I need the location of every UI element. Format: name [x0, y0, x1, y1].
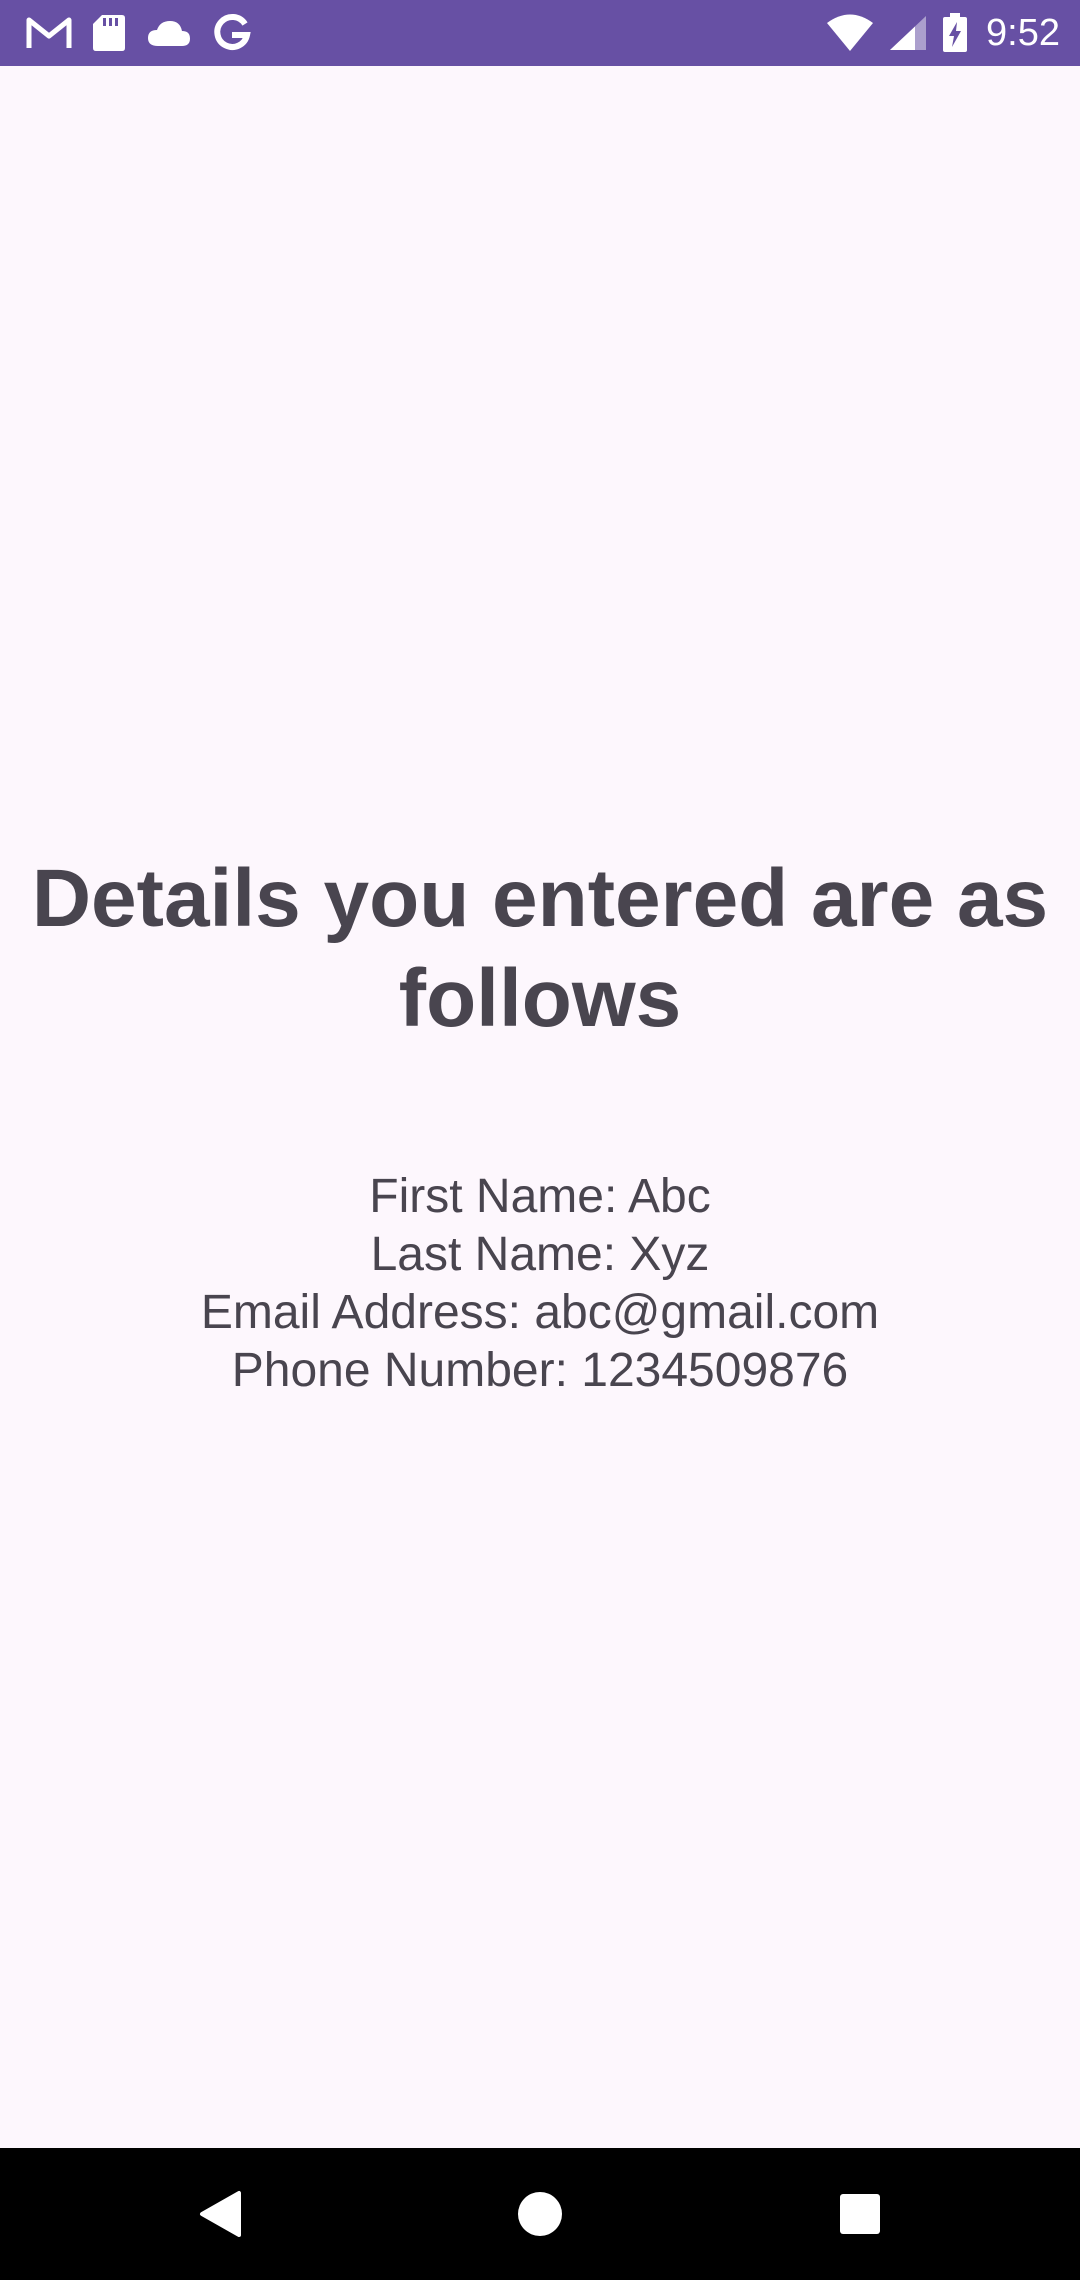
home-icon: [518, 2192, 562, 2236]
status-time: 9:52: [986, 11, 1060, 54]
status-bar: 9:52: [0, 0, 1080, 66]
phone-text: Phone Number: 1234509876: [231, 1344, 849, 1397]
wifi-icon: [826, 14, 874, 52]
first-name-text: First Name: Abc: [369, 1170, 711, 1223]
battery-charging-icon: [942, 13, 968, 53]
page-title: Details you entered are as follows: [31, 853, 1049, 1044]
system-icons: 9:52: [826, 0, 1060, 66]
google-icon: [212, 13, 252, 53]
back-button[interactable]: [160, 2148, 280, 2280]
screen: 9:52 Details you entered are as follows …: [0, 0, 1080, 2280]
recents-button[interactable]: [800, 2148, 920, 2280]
details-list: First Name: Abc Last Name: Xyz Email Add…: [40, 1168, 1040, 1400]
navigation-bar: [0, 2148, 1080, 2280]
last-name-text: Last Name: Xyz: [370, 1228, 710, 1281]
cell-signal-icon: [888, 14, 928, 52]
sd-card-icon: [92, 14, 126, 52]
email-text: Email Address: abc@gmail.com: [200, 1286, 880, 1339]
details-screen: Details you entered are as follows First…: [0, 66, 1080, 2148]
home-button[interactable]: [480, 2148, 600, 2280]
recents-icon: [840, 2194, 880, 2234]
notification-icons: [26, 0, 252, 66]
gmail-icon: [26, 16, 72, 50]
cloud-icon: [146, 18, 192, 48]
back-icon: [200, 2191, 241, 2237]
